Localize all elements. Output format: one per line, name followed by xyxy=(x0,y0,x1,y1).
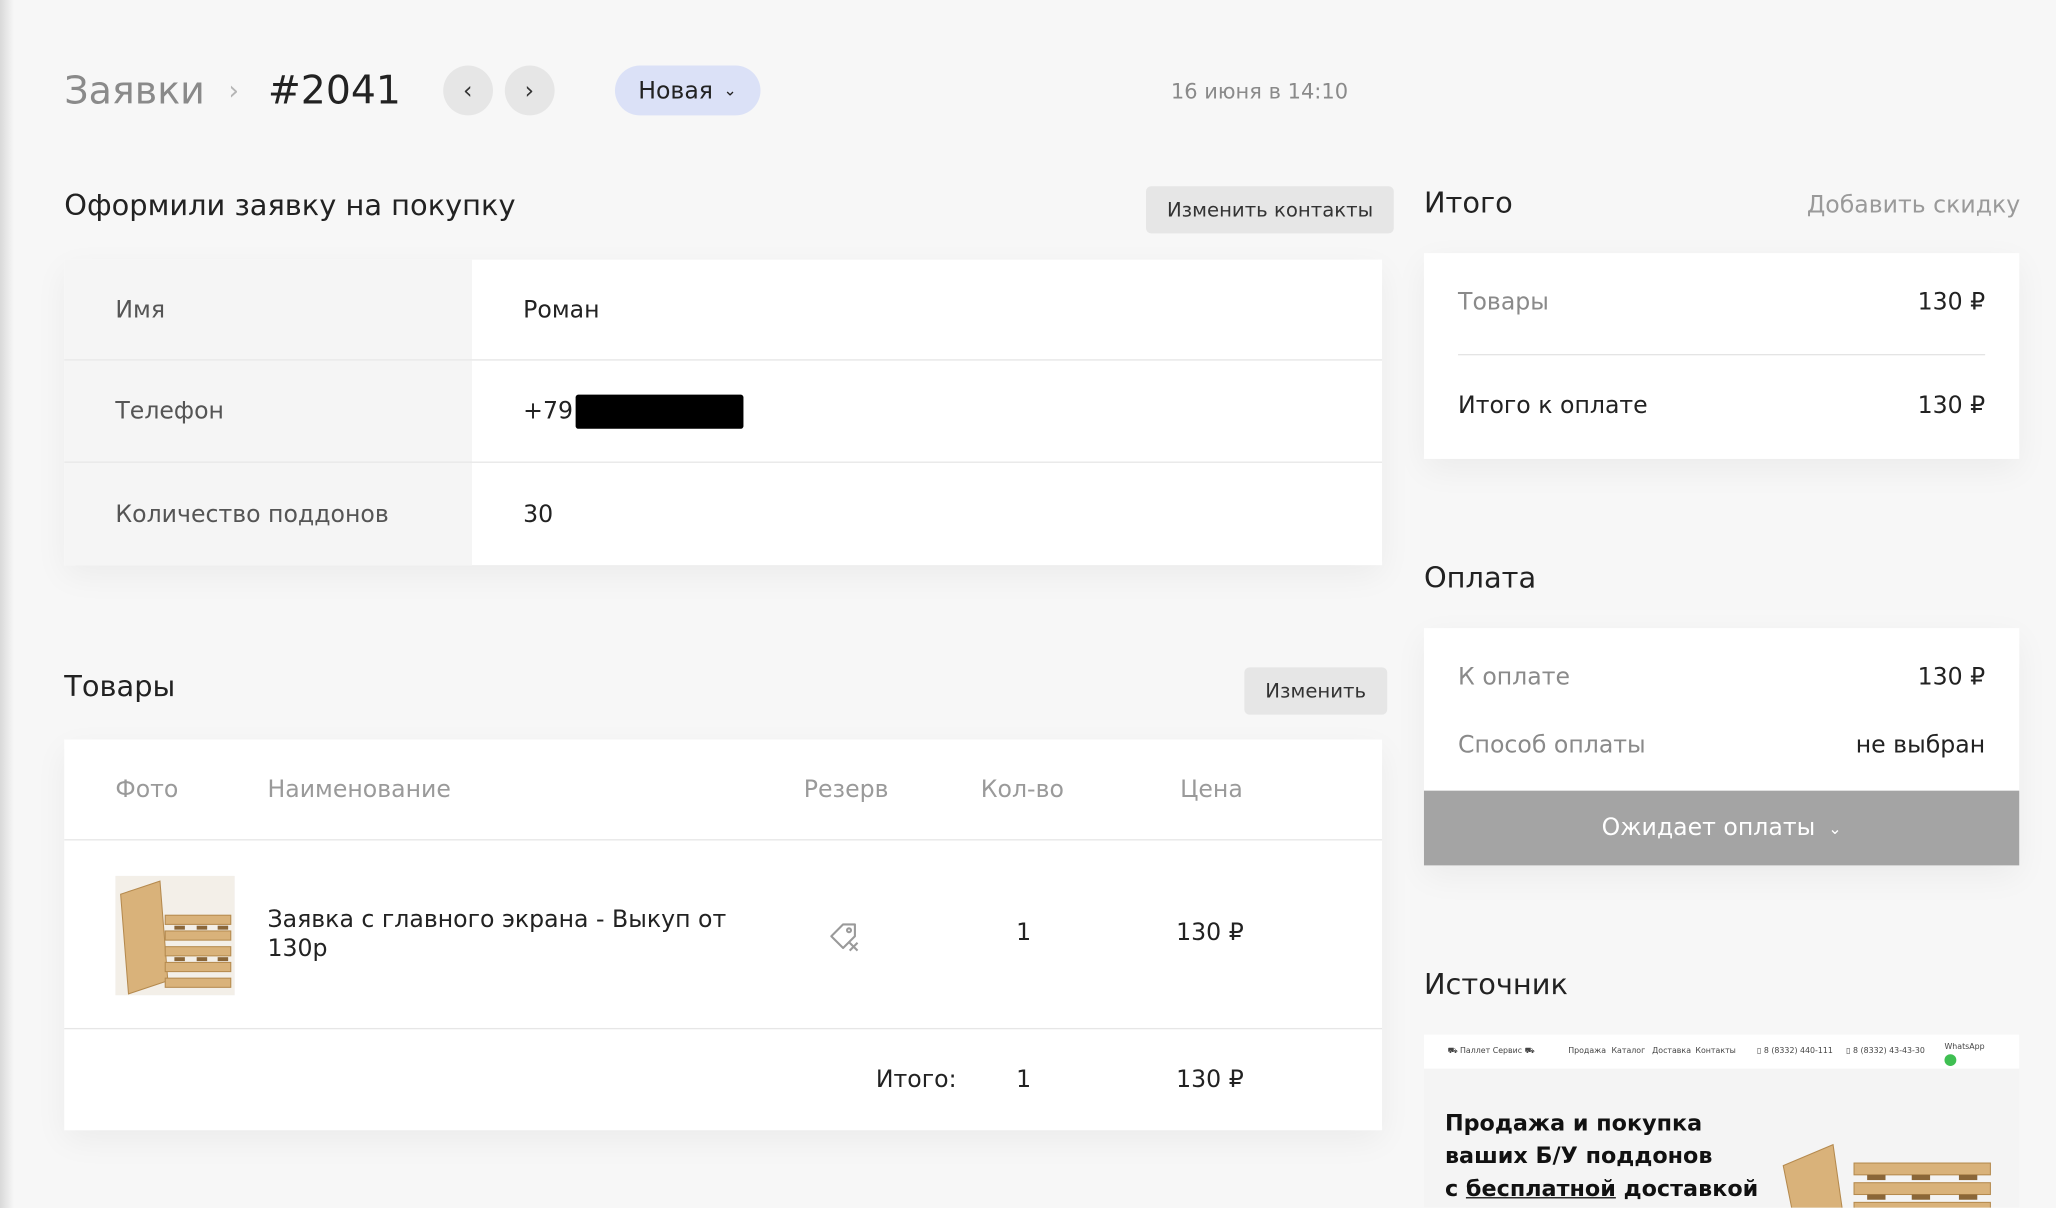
source-headline-line: Продажа и покупка xyxy=(1444,1110,1703,1137)
chevron-left-icon: ‹ xyxy=(463,76,473,105)
source-brand-logo: ⛟ Паллет Сервис ⛟ xyxy=(1447,1046,1535,1056)
source-headline: Продажа и покупка ваших Б/У поддонов с б… xyxy=(1445,1108,1760,1206)
contacts-section-title: Оформили заявку на покупку xyxy=(64,190,516,223)
goods-section-title: Товары xyxy=(64,671,176,705)
edit-goods-button[interactable]: Изменить xyxy=(1244,667,1388,715)
totals-goods-label: Товары xyxy=(1458,288,1549,316)
source-headline-line: с бесплатной доставкой xyxy=(1445,1174,1760,1207)
footer-total-label: Итого: xyxy=(875,1066,957,1094)
add-discount-link[interactable]: Добавить скидку xyxy=(1807,191,2020,219)
payment-card: К оплате 130 ₽ Способ оплаты не выбран О… xyxy=(1423,628,2020,866)
breadcrumb-orders-link[interactable]: Заявки xyxy=(64,68,205,113)
source-headline-text: с xyxy=(1444,1176,1466,1203)
order-status-label: Новая xyxy=(638,76,713,105)
source-whatsapp: WhatsApp xyxy=(1944,1042,1985,1067)
product-price: 130 ₽ xyxy=(1176,919,1244,947)
page-title: #2041 xyxy=(267,67,401,114)
page: Заявки › #2041 ‹ › Новая ⌄ 16 июня в 14:… xyxy=(0,0,2056,1208)
column-header-reserve: Резерв xyxy=(803,776,889,804)
source-headline-text: доставкой xyxy=(1615,1176,1759,1203)
contact-row-phone: Телефон +79 xyxy=(64,359,1383,462)
payment-due-line: К оплате 130 ₽ xyxy=(1458,663,1985,691)
totals-payable-value: 130 ₽ xyxy=(1917,392,1986,420)
contact-value-phone: +79 xyxy=(472,361,1382,462)
order-date: 16 июня в 14:10 xyxy=(1170,78,1349,104)
payment-status-label: Ожидает оплаты xyxy=(1601,814,1816,842)
totals-card: Товары 130 ₽ Итого к оплате 130 ₽ xyxy=(1423,253,2020,459)
totals-payable-label: Итого к оплате xyxy=(1458,392,1648,420)
divider xyxy=(1458,354,1986,356)
totals-goods-line: Товары 130 ₽ xyxy=(1458,288,1985,316)
column-header-qty: Кол-во xyxy=(980,776,1064,804)
contact-row-pallets: Количество поддонов 30 xyxy=(64,461,1383,566)
footer-total-price: 130 ₽ xyxy=(1176,1066,1244,1094)
source-headline-line: ваших Б/У поддонов xyxy=(1444,1143,1713,1170)
source-nav-item: Каталог xyxy=(1611,1046,1646,1056)
phone-prefix: +79 xyxy=(523,397,573,425)
source-section-title: Источник xyxy=(1423,968,1568,1002)
source-nav-item: Контакты xyxy=(1695,1046,1736,1056)
table-row: Заявка с главного экрана - Выкуп от 130р… xyxy=(64,840,1383,1030)
column-header-name: Наименование xyxy=(267,776,451,804)
product-qty: 1 xyxy=(1016,919,1032,947)
chevron-down-icon: ⌄ xyxy=(723,81,737,100)
payment-due-label: К оплате xyxy=(1458,663,1571,692)
contact-label: Количество поддонов xyxy=(64,462,473,566)
contact-value: 30 xyxy=(523,500,554,528)
contact-row-name: Имя Роман xyxy=(64,259,1382,360)
column-header-photo: Фото xyxy=(115,776,179,804)
whatsapp-icon xyxy=(1944,1054,1957,1067)
payment-method-value[interactable]: не выбран xyxy=(1856,732,1985,760)
source-phone-2-text: 8 (8332) 43-43-30 xyxy=(1853,1046,1925,1056)
chevron-down-icon: ⌄ xyxy=(1828,818,1842,838)
payment-method-label: Способ оплаты xyxy=(1458,731,1646,760)
source-phone-1: ▯ 8 (8332) 440-111 xyxy=(1757,1046,1833,1056)
chevron-right-icon: › xyxy=(524,76,535,105)
source-phone-1-text: 8 (8332) 440-111 xyxy=(1763,1046,1833,1056)
column-header-price: Цена xyxy=(1180,776,1243,804)
table-header: Фото Наименование Резерв Кол-во Цена xyxy=(64,740,1383,841)
product-photo[interactable] xyxy=(115,875,235,996)
contacts-card: Имя Роман Телефон +79 Количество поддоно… xyxy=(64,259,1383,566)
edit-contacts-button[interactable]: Изменить контакты xyxy=(1145,186,1395,234)
product-name[interactable]: Заявка с главного экрана - Выкуп от 130р xyxy=(267,906,765,964)
source-nav-item: Доставка xyxy=(1652,1046,1692,1056)
goods-table: Фото Наименование Резерв Кол-во Цена Зая… xyxy=(64,739,1383,1131)
redaction-mark xyxy=(575,394,744,429)
contact-label: Имя xyxy=(64,259,473,360)
source-whatsapp-text: WhatsApp xyxy=(1944,1042,1985,1052)
totals-section-title: Итого xyxy=(1423,187,1513,221)
source-brand: Паллет Сервис xyxy=(1459,1046,1523,1056)
source-headline-link: бесплатной xyxy=(1465,1176,1616,1203)
table-footer: Итого: 1 130 ₽ xyxy=(64,1029,1382,1130)
payment-section-title: Оплата xyxy=(1423,562,1537,596)
payment-method-line: Способ оплаты не выбран xyxy=(1458,732,1985,760)
breadcrumb-separator-icon: › xyxy=(228,74,239,107)
totals-goods-value: 130 ₽ xyxy=(1917,288,1986,316)
source-nav-item: Продажа xyxy=(1568,1046,1607,1056)
source-preview[interactable]: ⛟ Паллет Сервис ⛟ Продажа Каталог Достав… xyxy=(1423,1034,2020,1208)
source-phone-2: ▯ 8 (8332) 43-43-30 xyxy=(1846,1046,1925,1056)
next-order-button[interactable]: › xyxy=(504,65,555,116)
order-status-dropdown[interactable]: Новая ⌄ xyxy=(614,65,761,116)
totals-payable-line: Итого к оплате 130 ₽ xyxy=(1458,392,1985,420)
footer-total-qty: 1 xyxy=(1016,1066,1032,1094)
tag-off-icon[interactable] xyxy=(826,917,865,956)
contact-label: Телефон xyxy=(64,360,473,462)
source-preview-navbar: ⛟ Паллет Сервис ⛟ Продажа Каталог Достав… xyxy=(1423,1034,2020,1069)
payment-due-value: 130 ₽ xyxy=(1917,663,1986,692)
payment-status-dropdown[interactable]: Ожидает оплаты ⌄ xyxy=(1423,790,2020,866)
source-pallets-image xyxy=(1775,1113,1998,1208)
contact-value: Роман xyxy=(523,295,600,324)
previous-order-button[interactable]: ‹ xyxy=(442,65,493,116)
